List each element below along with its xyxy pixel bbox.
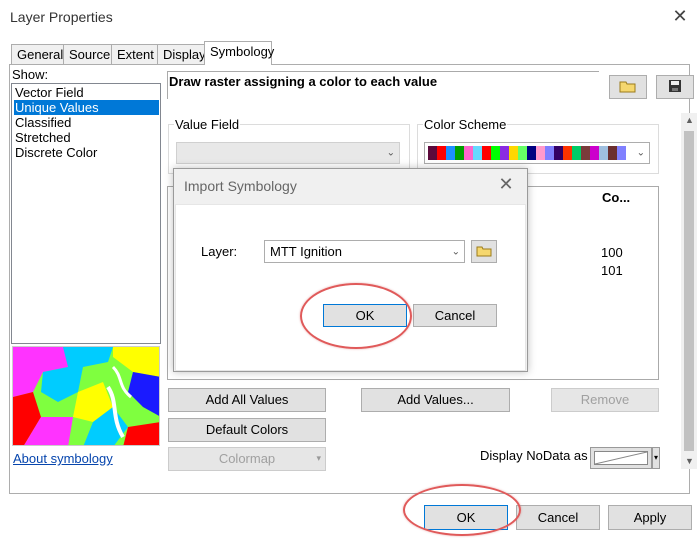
nodata-swatch bbox=[594, 451, 648, 465]
dialog-ok-button[interactable]: OK bbox=[323, 304, 407, 327]
value-field-label: Value Field bbox=[174, 117, 241, 132]
layer-combo[interactable]: MTT Ignition ⌄ bbox=[264, 240, 465, 263]
scroll-down-icon[interactable]: ▼ bbox=[685, 456, 694, 466]
color-swatch bbox=[491, 146, 500, 160]
close-icon[interactable]: ✕ bbox=[496, 174, 516, 195]
color-swatch bbox=[617, 146, 626, 160]
layer-combo-value: MTT Ignition bbox=[270, 244, 343, 259]
color-swatch bbox=[446, 146, 455, 160]
color-swatch bbox=[572, 146, 581, 160]
tab-general[interactable]: General bbox=[11, 44, 70, 64]
apply-button[interactable]: Apply bbox=[608, 505, 692, 530]
color-scheme-combo[interactable]: ⌄ bbox=[424, 142, 650, 164]
color-swatch bbox=[464, 146, 473, 160]
colormap-label: Colormap bbox=[218, 451, 276, 466]
color-swatch bbox=[527, 146, 536, 160]
color-swatch bbox=[500, 146, 509, 160]
folder-icon bbox=[476, 244, 492, 260]
color-swatch bbox=[554, 146, 563, 160]
tab-extent[interactable]: Extent bbox=[111, 44, 160, 64]
color-swatch bbox=[536, 146, 545, 160]
show-item-classified[interactable]: Classified bbox=[14, 115, 159, 130]
layer-label: Layer: bbox=[201, 244, 238, 259]
show-item-vector-field[interactable]: Vector Field bbox=[14, 85, 159, 100]
scrollbar-thumb[interactable] bbox=[684, 131, 694, 451]
folder-icon bbox=[619, 79, 637, 96]
count-column-header[interactable]: Co... bbox=[602, 190, 630, 205]
colormap-button[interactable]: Colormap ▾ bbox=[168, 447, 326, 471]
tab-source[interactable]: Source bbox=[63, 44, 117, 64]
nodata-dropdown-arrow[interactable]: ▾ bbox=[652, 447, 660, 469]
chevron-down-icon: ▾ bbox=[316, 453, 321, 463]
color-swatch bbox=[599, 146, 608, 160]
show-item-discrete-color[interactable]: Discrete Color bbox=[14, 145, 159, 160]
close-icon[interactable]: ✕ bbox=[670, 6, 690, 26]
color-scheme-label: Color Scheme bbox=[423, 117, 508, 132]
color-swatch bbox=[563, 146, 572, 160]
show-label: Show: bbox=[12, 67, 49, 82]
nodata-color-picker[interactable] bbox=[590, 447, 652, 469]
color-swatch bbox=[509, 146, 518, 160]
remove-button[interactable]: Remove bbox=[551, 388, 659, 412]
color-swatch bbox=[437, 146, 446, 160]
color-swatch bbox=[428, 146, 437, 160]
color-swatch bbox=[473, 146, 482, 160]
show-item-unique-values[interactable]: Unique Values bbox=[14, 100, 159, 115]
add-values-button[interactable]: Add Values... bbox=[361, 388, 510, 412]
chevron-down-icon: ⌄ bbox=[451, 246, 460, 257]
display-nodata-label: Display NoData as bbox=[480, 448, 588, 463]
save-icon bbox=[668, 79, 682, 96]
dialog-body: Layer: MTT Ignition ⌄ OK Cancel bbox=[175, 204, 526, 371]
color-swatch bbox=[455, 146, 464, 160]
show-list[interactable]: Vector Field Unique Values Classified St… bbox=[11, 83, 161, 344]
table-cell-count: 101 bbox=[601, 263, 623, 278]
color-swatch bbox=[518, 146, 527, 160]
color-scheme-swatches bbox=[428, 146, 626, 160]
color-swatch bbox=[482, 146, 491, 160]
tab-symbology[interactable]: Symbology bbox=[204, 41, 274, 65]
open-folder-button[interactable] bbox=[609, 75, 647, 99]
scroll-up-icon[interactable]: ▲ bbox=[685, 115, 694, 125]
import-symbology-dialog: Import Symbology ✕ Layer: MTT Ignition ⌄… bbox=[173, 168, 528, 372]
chevron-down-icon: ⌄ bbox=[636, 147, 645, 159]
renderer-description: Draw raster assigning a color to each va… bbox=[167, 71, 599, 99]
show-item-stretched[interactable]: Stretched bbox=[14, 130, 159, 145]
default-colors-button[interactable]: Default Colors bbox=[168, 418, 326, 442]
ok-button[interactable]: OK bbox=[424, 505, 508, 530]
cancel-button[interactable]: Cancel bbox=[516, 505, 600, 530]
color-swatch bbox=[590, 146, 599, 160]
chevron-down-icon: ⌄ bbox=[386, 147, 395, 159]
symbology-preview-image bbox=[12, 346, 160, 446]
add-all-values-button[interactable]: Add All Values bbox=[168, 388, 326, 412]
color-swatch bbox=[545, 146, 554, 160]
browse-layer-button[interactable] bbox=[471, 240, 497, 263]
save-button[interactable] bbox=[656, 75, 694, 99]
color-swatch bbox=[608, 146, 617, 160]
about-symbology-link[interactable]: About symbology bbox=[13, 451, 113, 466]
table-cell-count: 100 bbox=[601, 245, 623, 260]
dialog-title: Import Symbology bbox=[184, 178, 297, 194]
color-swatch bbox=[581, 146, 590, 160]
value-field-combo[interactable]: ⌄ bbox=[176, 142, 400, 164]
scrollbar[interactable]: ▲ ▼ bbox=[681, 113, 697, 469]
window-title: Layer Properties bbox=[10, 9, 113, 25]
dialog-cancel-button[interactable]: Cancel bbox=[413, 304, 497, 327]
